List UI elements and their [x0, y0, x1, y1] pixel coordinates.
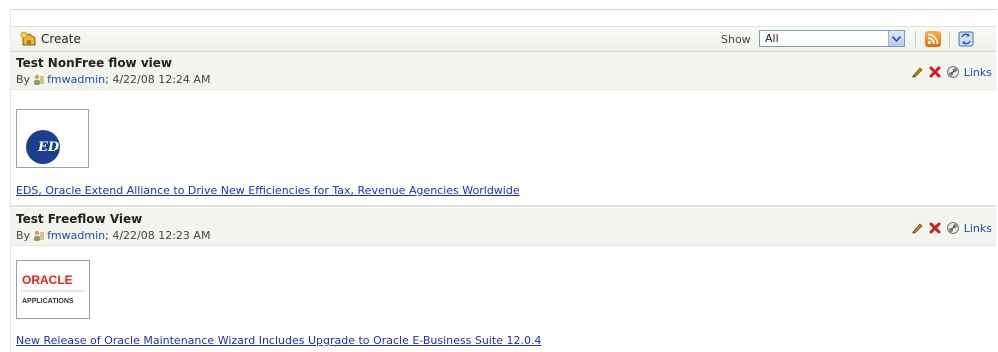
- rss-feed-icon[interactable]: [925, 31, 941, 47]
- show-filter-select[interactable]: All: [759, 30, 905, 47]
- article-thumbnail[interactable]: ORACLE APPLICATIONS: [16, 260, 90, 319]
- links-link[interactable]: Links: [964, 66, 992, 79]
- item-byline: By fmwadmin ; 4/22/08 12:23 AM: [16, 229, 210, 242]
- delete-icon[interactable]: [928, 221, 942, 235]
- create-icon: [19, 30, 39, 48]
- item-date: ; 4/22/08 12:24 AM: [105, 73, 211, 86]
- author-link[interactable]: fmwadmin: [47, 73, 105, 86]
- links-icon[interactable]: [946, 65, 960, 79]
- links-link[interactable]: Links: [964, 222, 992, 235]
- links-icon[interactable]: [946, 221, 960, 235]
- item-date: ; 4/22/08 12:23 AM: [105, 229, 211, 242]
- list-item: Test NonFree flow view By fmwadmin ; 4/2…: [11, 52, 996, 204]
- create-button[interactable]: Create: [19, 30, 81, 48]
- oracle-logo-text: ORACLE: [22, 273, 73, 287]
- toolbar: Create Show All: [11, 26, 996, 52]
- item-divider: [11, 205, 996, 207]
- article-thumbnail[interactable]: EDS: [16, 109, 89, 168]
- edit-pencil-icon[interactable]: [910, 65, 924, 79]
- by-label: By: [16, 73, 31, 86]
- toolbar-separator: [915, 31, 916, 47]
- article-link[interactable]: EDS, Oracle Extend Alliance to Drive New…: [16, 184, 520, 197]
- item-byline: By fmwadmin ; 4/22/08 12:24 AM: [16, 73, 210, 86]
- edit-pencil-icon[interactable]: [910, 221, 924, 235]
- author-link[interactable]: fmwadmin: [47, 229, 105, 242]
- show-label: Show: [721, 33, 751, 46]
- item-header: Test Freeflow View By fmwadmin ; 4/22/08…: [11, 208, 996, 246]
- create-label: Create: [41, 32, 81, 46]
- item-actions: Links: [910, 65, 992, 79]
- by-label: By: [16, 229, 31, 242]
- item-actions: Links: [910, 221, 992, 235]
- eds-logo-text: EDS: [37, 140, 69, 155]
- user-icon: [33, 230, 45, 241]
- oracle-applications-text: APPLICATIONS: [22, 298, 74, 305]
- list-item: Test Freeflow View By fmwadmin ; 4/22/08…: [11, 208, 996, 352]
- user-icon: [33, 74, 45, 85]
- chevron-down-icon[interactable]: [888, 31, 904, 46]
- discussion-panel: Create Show All Test NonFree flow view B…: [10, 9, 997, 352]
- article-link[interactable]: New Release of Oracle Maintenance Wizard…: [16, 334, 541, 347]
- toolbar-separator: [949, 31, 950, 47]
- item-header: Test NonFree flow view By fmwadmin ; 4/2…: [11, 52, 996, 90]
- delete-icon[interactable]: [928, 65, 942, 79]
- refresh-icon[interactable]: [957, 30, 975, 48]
- item-title: Test Freeflow View: [16, 212, 143, 226]
- item-title: Test NonFree flow view: [16, 56, 172, 70]
- show-filter-value: All: [765, 32, 779, 45]
